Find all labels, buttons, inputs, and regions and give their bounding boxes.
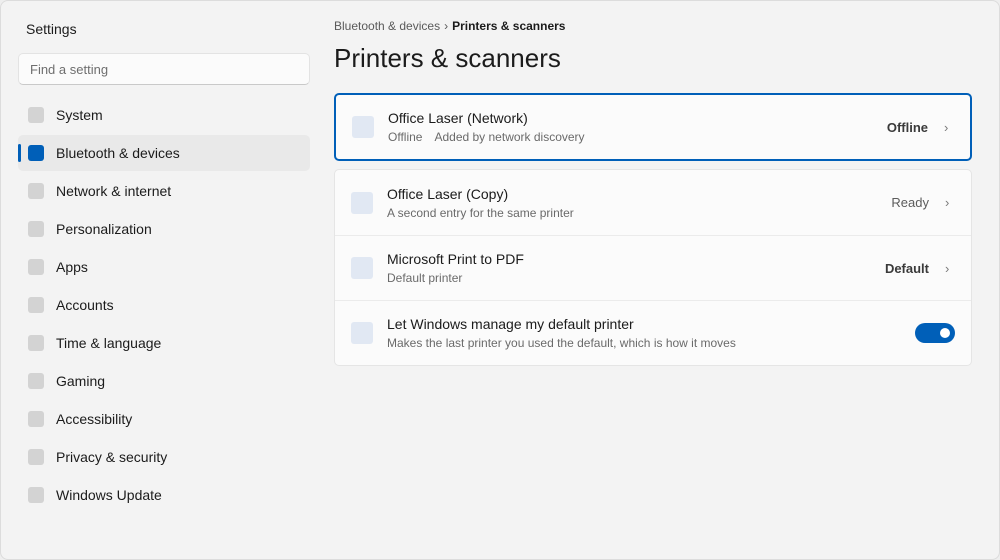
printer-name: Office Laser (Network) [388,110,528,126]
printer-subtitle: A second entry for the same printer [387,205,574,220]
status-badge: Ready [891,195,929,210]
sidebar-item-label: Windows Update [56,487,162,503]
sidebar-item-label: Time & language [56,335,162,351]
accounts-icon [28,297,44,313]
printer-icon [351,191,373,214]
sidebar-item-label: Accounts [56,297,114,313]
printer-list-card: Office Laser (Copy) A second entry for t… [334,169,972,366]
sidebar-item-accessibility[interactable]: Accessibility [18,401,310,437]
printer-name: Microsoft Print to PDF [387,251,524,267]
sidebar-item-privacy-security[interactable]: Privacy & security [18,439,310,475]
breadcrumb-separator: › [444,19,449,33]
sidebar-item-time-language[interactable]: Time & language [18,325,310,361]
sidebar-item-bluetooth-devices[interactable]: Bluetooth & devices [18,135,310,171]
row-text: Office Laser (Copy) A second entry for t… [387,185,891,221]
manage-default-printer-toggle[interactable] [915,323,955,343]
sidebar-item-network-internet[interactable]: Network & internet [18,173,310,209]
search-input[interactable] [18,53,310,85]
printer-icon [351,257,373,279]
setting-description: Makes the last printer you used the defa… [387,336,736,350]
printer-sub-status: Offline [388,130,423,144]
personalization-icon [28,221,44,237]
windows-update-icon [28,487,44,503]
printer-name: Office Laser (Copy) [387,185,509,202]
chevron-right-icon: › [945,260,950,276]
accessibility-icon [28,411,44,427]
toggle-knob [940,328,950,338]
sidebar: Settings System Bluetooth & devices Netw… [1,1,327,559]
time-language-icon [28,335,44,351]
status-badge: Default [884,260,929,276]
sidebar-item-label: Accessibility [56,411,133,427]
sidebar-item-label: System [56,107,103,123]
sidebar-nav: System Bluetooth & devices Network & int… [18,97,310,515]
breadcrumb-current: Printers & scanners [452,19,566,33]
printer-subtitle: Default printer [387,271,463,285]
printer-card-office-laser-network: Office Laser (Network) Offline Added by n… [334,93,972,161]
printer-sub-source: Added by network discovery [434,130,585,144]
sidebar-item-gaming[interactable]: Gaming [18,363,310,399]
sidebar-item-personalization[interactable]: Personalization [18,211,310,247]
bluetooth-icon [28,145,44,161]
status-badge: Offline [886,119,928,135]
active-indicator [18,144,21,162]
printer-row-microsoft-print-to-pdf[interactable]: Microsoft Print to PDF Default printer D… [335,235,971,300]
sidebar-item-system[interactable]: System [18,97,310,133]
sidebar-item-windows-update[interactable]: Windows Update [18,477,310,513]
chevron-right-icon: › [944,119,949,135]
breadcrumb: Bluetooth & devices › Printers & scanner… [334,19,565,33]
gaming-icon [28,373,44,389]
printer-icon [352,116,374,138]
default-printer-icon [351,322,373,344]
setting-title: Let Windows manage my default printer [387,316,634,332]
sidebar-item-label: Apps [56,259,88,275]
sidebar-item-apps[interactable]: Apps [18,249,310,285]
printer-row-office-laser-copy[interactable]: Office Laser (Copy) A second entry for t… [335,170,971,235]
printer-subtitle: Offline Added by network discovery [388,129,887,145]
row-text: Office Laser (Network) Offline Added by n… [388,109,887,145]
privacy-icon [28,449,44,465]
apps-icon [28,259,44,275]
breadcrumb-parent-link[interactable]: Bluetooth & devices [334,19,440,33]
sidebar-item-label: Gaming [56,373,106,389]
printer-row-office-laser-network[interactable]: Office Laser (Network) Offline Added by n… [336,95,970,159]
settings-window: Settings System Bluetooth & devices Netw… [0,0,1000,560]
network-icon [28,183,44,199]
page-title: Printers & scanners [334,43,561,73]
chevron-right-icon: › [945,195,950,210]
row-text: Let Windows manage my default printer Ma… [387,315,915,351]
sidebar-item-label: Privacy & security [56,449,168,465]
sidebar-item-label: Bluetooth & devices [56,145,180,161]
app-title: Settings [26,21,77,37]
sidebar-item-label: Personalization [56,221,152,237]
system-icon [28,107,44,123]
sidebar-item-label: Network & internet [56,183,172,199]
sidebar-item-accounts[interactable]: Accounts [18,287,310,323]
row-text: Microsoft Print to PDF Default printer [387,250,885,286]
setting-row-manage-default-printer: Let Windows manage my default printer Ma… [335,300,971,365]
